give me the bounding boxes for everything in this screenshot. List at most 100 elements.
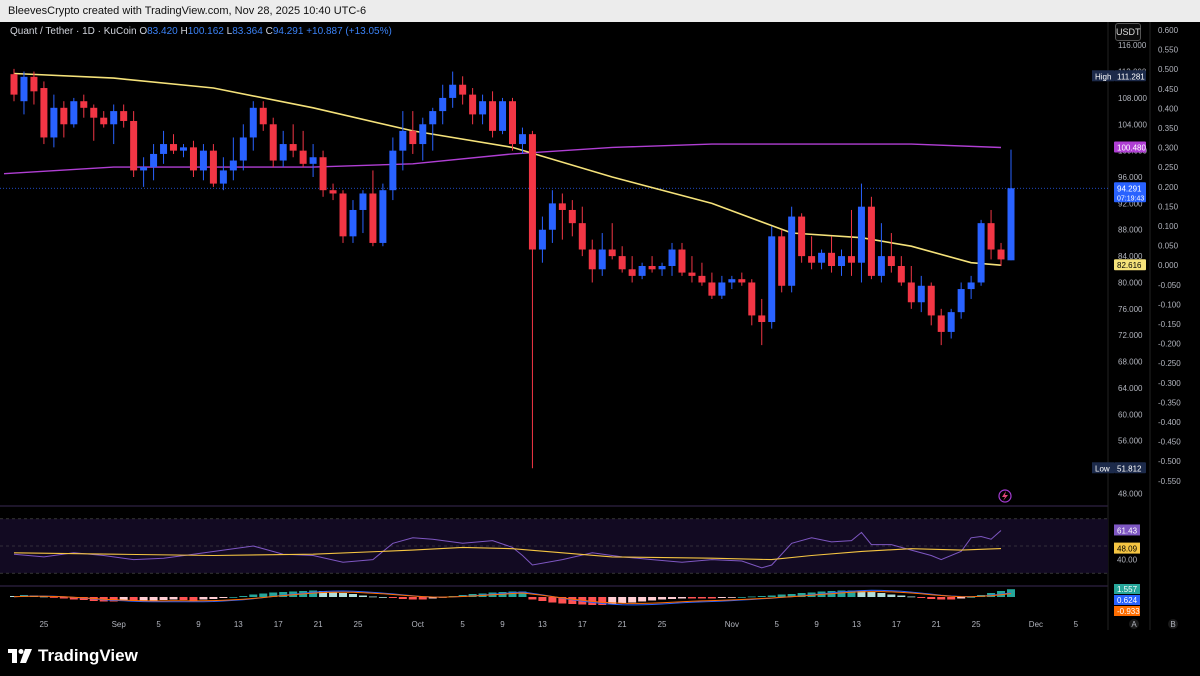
scale-b-label: B bbox=[1170, 620, 1175, 629]
candle-body bbox=[748, 282, 756, 316]
time-tick-label: Nov bbox=[725, 620, 739, 629]
price-tick-label: 64.000 bbox=[1118, 384, 1143, 393]
macd-histogram-bar bbox=[339, 593, 348, 597]
macd-histogram-bar bbox=[169, 597, 178, 600]
candle-body bbox=[399, 130, 407, 151]
candle-body bbox=[658, 266, 666, 270]
candle-body bbox=[818, 252, 826, 263]
macd-histogram-bar bbox=[747, 596, 756, 598]
macd-histogram-bar bbox=[658, 597, 667, 600]
time-tick-label: 17 bbox=[578, 620, 587, 629]
time-tick-label: 21 bbox=[932, 620, 941, 629]
candle-body bbox=[459, 84, 467, 95]
candle-body bbox=[857, 206, 865, 263]
time-tick-label: 9 bbox=[500, 620, 505, 629]
macd-value-label: 0.624 bbox=[1117, 596, 1138, 605]
macd-histogram-bar bbox=[717, 597, 726, 598]
close-label: C bbox=[265, 26, 273, 37]
close-value: 94.291 bbox=[272, 26, 304, 37]
candle-body bbox=[957, 289, 965, 313]
candle bbox=[509, 97, 516, 151]
candle-body bbox=[608, 249, 616, 257]
macd-histogram-bar bbox=[189, 597, 198, 601]
macd-histogram-bar bbox=[907, 596, 916, 598]
candle-body bbox=[369, 193, 377, 243]
tradingview-logo[interactable]: TradingView bbox=[8, 646, 138, 666]
candle-body bbox=[778, 236, 786, 286]
open-label: O bbox=[139, 26, 148, 37]
candle-body bbox=[349, 209, 357, 237]
candle-body bbox=[499, 101, 507, 131]
macd-histogram-bar bbox=[259, 593, 268, 597]
time-tick-label: 21 bbox=[314, 620, 323, 629]
candle bbox=[339, 190, 347, 243]
candle-body bbox=[299, 150, 307, 164]
rsi-value-label: 61.43 bbox=[1117, 526, 1138, 535]
macd-histogram-bar bbox=[49, 597, 58, 598]
macd-histogram-bar bbox=[687, 597, 696, 599]
macd-histogram-bar bbox=[378, 597, 387, 598]
tradingview-logo-icon bbox=[8, 649, 32, 663]
candle-body bbox=[927, 285, 935, 316]
rsi-pane[interactable]: 61.43 48.09 40.00 bbox=[0, 518, 1140, 574]
secondary-tick-label: -0.250 bbox=[1158, 359, 1181, 368]
footer: TradingView bbox=[0, 636, 1200, 676]
macd-histogram-bar bbox=[887, 594, 896, 597]
macd-histogram-bar bbox=[199, 597, 208, 600]
candle-body bbox=[947, 312, 955, 332]
price-tick-label: 96.000 bbox=[1118, 173, 1143, 182]
secondary-tick-label: -0.550 bbox=[1158, 477, 1181, 486]
time-tick-label: 25 bbox=[972, 620, 981, 629]
candle-body bbox=[897, 266, 905, 283]
tradingview-brand: TradingView bbox=[38, 646, 138, 665]
macd-histogram-bar bbox=[648, 597, 657, 601]
macd-value-label: -0.933 bbox=[1117, 607, 1140, 616]
time-tick-label: 13 bbox=[852, 620, 861, 629]
secondary-tick-label: 0.550 bbox=[1158, 46, 1179, 55]
macd-histogram-bar bbox=[937, 597, 946, 600]
candle-body bbox=[449, 84, 457, 98]
time-tick-label: 17 bbox=[274, 620, 283, 629]
candle-body bbox=[598, 249, 606, 270]
candle-body bbox=[229, 160, 237, 171]
time-tick-label: Sep bbox=[112, 620, 127, 629]
candle bbox=[977, 219, 985, 286]
price-tick-label: 108.000 bbox=[1118, 94, 1147, 103]
secondary-tick-label: 0.200 bbox=[1158, 183, 1179, 192]
macd-histogram-bar bbox=[707, 597, 716, 599]
price-label-tag: Low bbox=[1095, 464, 1110, 473]
macd-histogram-bar bbox=[638, 597, 647, 602]
time-tick-label: 21 bbox=[618, 620, 627, 629]
secondary-tick-label: 0.050 bbox=[1158, 242, 1179, 251]
macd-histogram-bar bbox=[777, 594, 786, 597]
secondary-tick-label: 0.100 bbox=[1158, 222, 1179, 231]
candle-body bbox=[798, 216, 806, 257]
candle-body bbox=[239, 137, 247, 161]
price-tick-label: 76.000 bbox=[1118, 305, 1143, 314]
secondary-tick-label: 0.250 bbox=[1158, 163, 1179, 172]
secondary-tick-label: 0.300 bbox=[1158, 144, 1179, 153]
secondary-tick-label: 0.600 bbox=[1158, 26, 1179, 35]
secondary-tick-label: -0.300 bbox=[1158, 379, 1181, 388]
time-tick-label: 17 bbox=[892, 620, 901, 629]
secondary-tick-label: -0.200 bbox=[1158, 340, 1181, 349]
secondary-tick-label: -0.150 bbox=[1158, 320, 1181, 329]
currency-button[interactable]: USDT bbox=[1115, 23, 1141, 41]
macd-histogram-bar bbox=[528, 597, 537, 600]
price-tick-label: 104.000 bbox=[1118, 120, 1147, 129]
macd-histogram-bar bbox=[927, 597, 936, 599]
candlestick-chart[interactable]: 116.000112.000108.000104.000100.00096.00… bbox=[0, 0, 1200, 636]
candle-body bbox=[917, 285, 925, 303]
candle-body bbox=[967, 282, 975, 290]
macd-histogram-bar bbox=[618, 597, 627, 604]
time-tick-label: 5 bbox=[460, 620, 465, 629]
candle-body bbox=[249, 107, 257, 138]
secondary-tick-label: -0.500 bbox=[1158, 457, 1181, 466]
candle-body bbox=[877, 256, 885, 276]
candle-body bbox=[209, 150, 217, 184]
candle-body bbox=[90, 107, 98, 118]
candle-body bbox=[110, 111, 118, 125]
time-tick-label: 13 bbox=[234, 620, 243, 629]
candle bbox=[269, 117, 277, 168]
price-label-high: 111.281 High bbox=[1092, 70, 1146, 82]
